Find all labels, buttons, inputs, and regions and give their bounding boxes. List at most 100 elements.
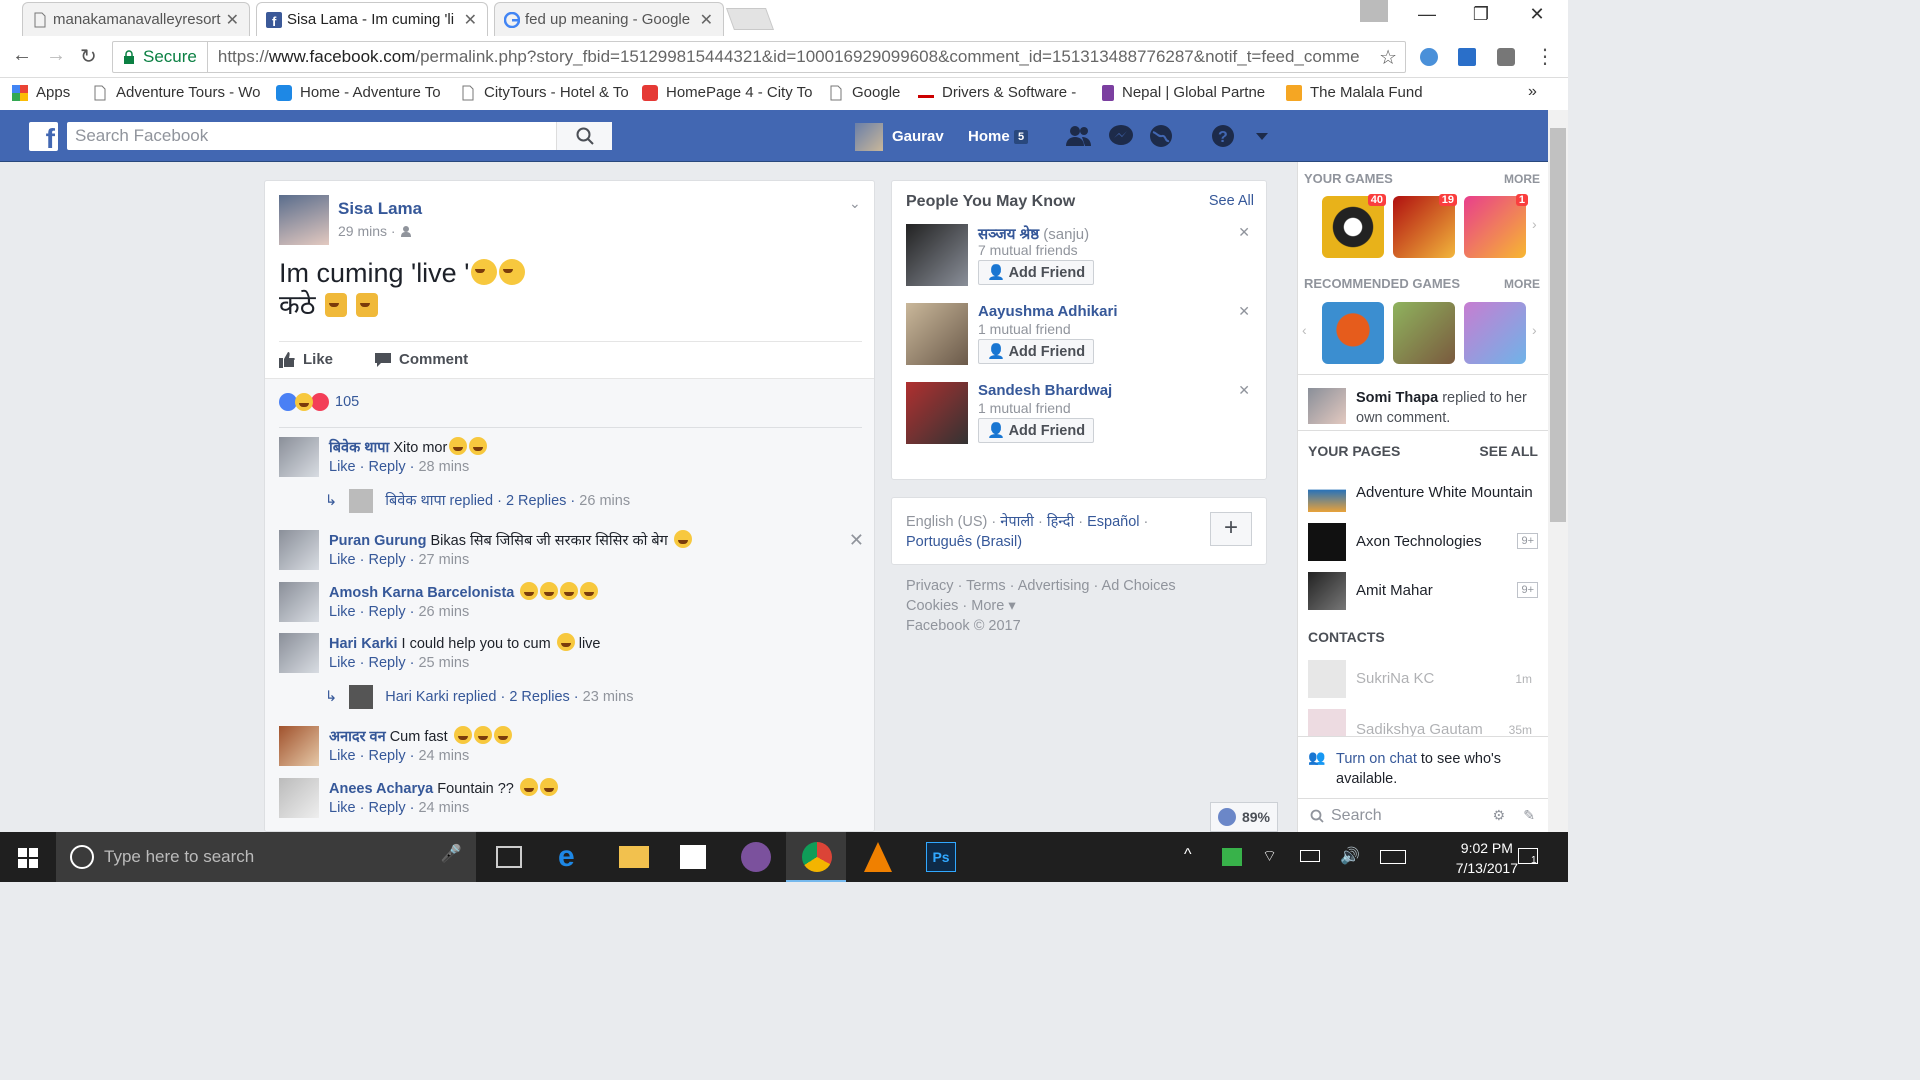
restore-icon[interactable]: ❐ (1458, 4, 1504, 25)
comment-reply-link[interactable]: Reply (369, 552, 406, 568)
replies-summary[interactable]: ↳ Hari Karki replied · 2 Replies · 23 mi… (325, 685, 633, 709)
comment-like-link[interactable]: Like (329, 459, 356, 475)
bookmark-star-icon[interactable]: ☆ (1379, 45, 1397, 70)
comment-time[interactable]: 24 mins (418, 800, 469, 816)
comment-time[interactable]: 28 mins (418, 459, 469, 475)
comment-reply-link[interactable]: Reply (369, 800, 406, 816)
comment-like-link[interactable]: Like (329, 800, 356, 816)
bookmark-malala[interactable]: The Malala Fund (1286, 84, 1423, 101)
comment-button[interactable]: Comment (375, 351, 468, 368)
footer-line2[interactable]: Cookies · More ▾ (906, 596, 1236, 616)
person-name[interactable]: सञ्जय श्रेष्ठ (sanju) (978, 224, 1089, 244)
add-friend-button[interactable]: 👤 Add Friend (978, 260, 1095, 285)
commenter-avatar[interactable] (279, 530, 319, 570)
racing-game[interactable] (1393, 302, 1455, 364)
show-hidden-icons-chevron-icon[interactable]: ^ (1184, 846, 1192, 864)
bookmark-citytours[interactable]: CityTours - Hotel & To (460, 84, 628, 101)
comment-time[interactable]: 24 mins (418, 748, 469, 764)
page-item[interactable]: Axon Technologies 9+ (1308, 523, 1538, 563)
dismiss-close-icon[interactable]: ✕ (1238, 382, 1250, 399)
notif-avatar[interactable] (1308, 388, 1346, 424)
bookmark-nepal-global[interactable]: Nepal | Global Partne (1102, 84, 1270, 101)
facebook-search-input[interactable]: Search Facebook (67, 122, 612, 150)
new-message-icon[interactable]: ✎ (1523, 807, 1535, 824)
hide-comment-close-icon[interactable]: ✕ (849, 530, 864, 551)
dismiss-close-icon[interactable]: ✕ (1238, 303, 1250, 320)
comment-like-link[interactable]: Like (329, 604, 356, 620)
post-timestamp[interactable]: 29 mins · (338, 223, 396, 239)
language-link[interactable]: Español (1087, 514, 1139, 530)
tab-google[interactable]: fed up meaning - Google ✕ (494, 2, 724, 36)
post-author[interactable]: Sisa Lama (338, 199, 422, 219)
author-avatar[interactable] (279, 195, 329, 245)
add-language-button[interactable]: + (1210, 512, 1252, 546)
home-link[interactable]: Home (968, 128, 1010, 145)
action-center-icon[interactable]: 1 (1518, 848, 1538, 866)
contact-item[interactable]: SukriNa KC 1m (1308, 660, 1540, 700)
comment-time[interactable]: 25 mins (418, 655, 469, 671)
chrome-taskbar-button[interactable] (786, 832, 846, 882)
person-avatar[interactable] (906, 224, 968, 286)
extension-icon[interactable] (1420, 48, 1438, 66)
bookmark-apps[interactable]: Apps (12, 84, 70, 101)
comment-reply-link[interactable]: Reply (369, 748, 406, 764)
bookmarks-overflow-icon[interactable]: » (1528, 83, 1537, 101)
candy-crush-game[interactable]: 1 (1464, 194, 1528, 258)
basketball-game[interactable] (1322, 302, 1384, 364)
next-arrow-icon[interactable]: › (1532, 322, 1537, 338)
address-bar[interactable]: Secure https://www.facebook.com/permalin… (112, 41, 1406, 73)
bookmark-homepage4[interactable]: HomePage 4 - City To (642, 84, 812, 101)
photoshop-icon[interactable]: Ps (926, 842, 956, 872)
comment-time[interactable]: 27 mins (418, 552, 469, 568)
close-tab-icon[interactable]: ✕ (226, 10, 239, 30)
volume-icon[interactable]: 🔊 (1340, 846, 1360, 866)
person-name[interactable]: Sandesh Bhardwaj (978, 382, 1112, 399)
pymk-see-all-link[interactable]: See All (1209, 193, 1254, 209)
file-explorer-icon[interactable] (619, 846, 649, 868)
commenter-name[interactable]: Anees Acharya (329, 781, 433, 797)
comment-reply-link[interactable]: Reply (369, 459, 406, 475)
secure-indicator[interactable]: Secure (113, 42, 208, 72)
footer-line1[interactable]: Privacy · Terms · Advertising · Ad Choic… (906, 576, 1236, 596)
back-icon[interactable]: ← (12, 44, 32, 67)
mutual-friends[interactable]: 1 mutual friend (978, 321, 1071, 337)
add-friend-button[interactable]: 👤 Add Friend (978, 339, 1095, 364)
viber-icon[interactable] (741, 842, 771, 872)
person-avatar[interactable] (906, 382, 968, 444)
microphone-icon[interactable]: 🎤 (441, 844, 462, 864)
help-icon[interactable]: ? (1210, 124, 1236, 148)
friend-requests-icon[interactable] (1066, 124, 1092, 148)
notification-ticker[interactable]: Somi Thapa replied to her own comment. (1356, 388, 1542, 426)
page-scrollbar[interactable] (1548, 110, 1568, 832)
amazon-assistant-icon[interactable] (1458, 48, 1476, 66)
person-avatar[interactable] (906, 303, 968, 365)
recommended-more-link[interactable]: MORE (1504, 277, 1540, 291)
language-link[interactable]: हिन्दी (1047, 514, 1074, 530)
pages-see-all-link[interactable]: SEE ALL (1479, 443, 1538, 459)
wifi-icon[interactable]: ⌔ (1262, 846, 1277, 866)
dismiss-close-icon[interactable]: ✕ (1238, 224, 1250, 241)
windows-search-box[interactable]: Type here to search 🎤 (56, 832, 476, 882)
teen-patti-game[interactable]: 19 (1393, 194, 1457, 258)
page-item[interactable]: Amit Mahar 9+ (1308, 572, 1538, 612)
account-menu-icon[interactable] (1250, 124, 1276, 148)
comment-time[interactable]: 26 mins (418, 604, 469, 620)
comment-like-link[interactable]: Like (329, 655, 356, 671)
games-more-link[interactable]: MORE (1504, 172, 1540, 186)
tab-facebook[interactable]: f Sisa Lama - Im cuming 'li ✕ (256, 2, 488, 36)
scrollbar-thumb[interactable] (1550, 128, 1566, 522)
reload-icon[interactable]: ↻ (80, 44, 97, 69)
chat-search-input[interactable]: Search (1331, 807, 1382, 825)
system-clock[interactable]: 9:02 PM 7/13/2017 (1456, 838, 1518, 878)
commenter-name[interactable]: Puran Gurung (329, 533, 426, 549)
vlc-icon[interactable] (864, 842, 892, 872)
commenter-avatar[interactable] (279, 726, 319, 766)
language-link[interactable]: नेपाली (1000, 514, 1034, 530)
language-link[interactable]: Português (Brasil) (906, 534, 1022, 550)
zoom-level-badge[interactable]: 89% (1210, 802, 1278, 832)
keyboard-icon[interactable] (1380, 850, 1406, 864)
close-tab-icon[interactable]: ✕ (700, 10, 713, 30)
search-button[interactable] (556, 122, 612, 150)
windows-start-icon[interactable] (18, 848, 38, 868)
bookmark-home-adventure[interactable]: Home - Adventure To (276, 84, 444, 101)
